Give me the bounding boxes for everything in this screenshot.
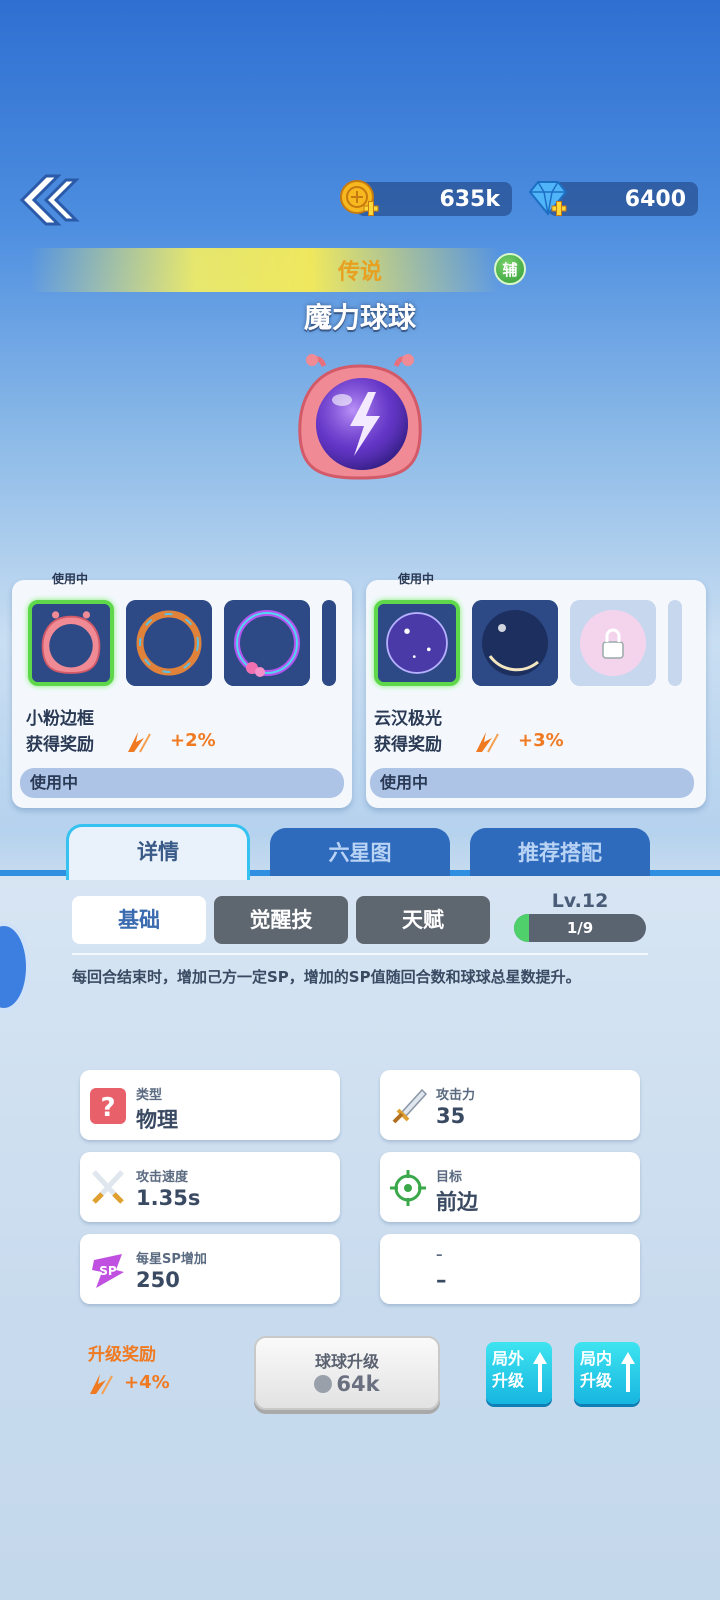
frame-slot-pink[interactable] — [28, 600, 114, 686]
back-button[interactable] — [14, 170, 80, 230]
stat-card-sp-per-star: SP 每星SP增加 250 — [80, 1234, 340, 1304]
target-icon — [388, 1168, 428, 1208]
frame-skin-name: 小粉边框 — [26, 709, 94, 729]
add-gem-button[interactable] — [526, 178, 570, 220]
skill-description: 每回合结束时，增加己方一定SP，增加的SP值随回合数和球球总星数提升。 — [72, 968, 581, 986]
stat-card-attack-speed: 攻击速度 1.35s — [80, 1152, 340, 1222]
stat-card-type: ? 类型 物理 — [80, 1070, 340, 1140]
outside-upgrade-button[interactable]: 局外 升级 — [486, 1342, 552, 1404]
stat-label: 目标 — [436, 1170, 463, 1185]
upgrade-cost-value: 64k — [336, 1372, 380, 1396]
coin-plus-icon — [340, 180, 379, 216]
effect-slot-bubble[interactable] — [472, 600, 558, 686]
divider — [72, 953, 648, 955]
stat-value: – — [436, 1268, 447, 1292]
tab-recommended[interactable]: 推荐搭配 — [470, 828, 650, 876]
level-label: Lv.12 — [551, 890, 609, 912]
ball-name: 魔力球球 — [303, 301, 416, 334]
crossed-swords-icon — [88, 1168, 128, 1208]
effect-slot-aurora[interactable] — [374, 600, 460, 686]
upgrade-reward-value: +4% — [124, 1372, 170, 1393]
ball-upgrade-button[interactable]: 球球升级 64k — [254, 1336, 440, 1410]
effect-slot-more[interactable] — [668, 600, 682, 686]
reward-bolt-icon — [472, 728, 502, 754]
stat-value: 35 — [436, 1104, 466, 1128]
stat-card-empty: – – — [380, 1234, 640, 1304]
reward-bolt-icon — [86, 1370, 116, 1396]
subtab-awaken-skill[interactable]: 觉醒技 — [214, 896, 348, 944]
subtab-talent[interactable]: 天赋 — [356, 896, 490, 944]
frame-slot-floral[interactable] — [224, 600, 310, 686]
sp-icon: SP — [88, 1250, 128, 1290]
subtab-basic[interactable]: 基础 — [72, 896, 206, 944]
upgrade-button-title: 球球升级 — [314, 1352, 379, 1371]
sword-icon — [388, 1086, 428, 1126]
double-chevron-left-icon — [19, 174, 80, 226]
rarity-label: 传说 — [337, 260, 382, 285]
level-progress-text: 1/9 — [566, 919, 594, 937]
bubble-ball-icon — [472, 600, 558, 686]
svg-text:?: ? — [100, 1093, 115, 1123]
lock-icon — [570, 600, 656, 686]
stat-label: – — [436, 1248, 443, 1263]
question-icon: ? — [88, 1086, 128, 1126]
coin-amount: 635k — [439, 186, 500, 212]
magic-ball-icon — [298, 354, 422, 480]
stat-value: 前边 — [436, 1190, 478, 1214]
role-badge: 辅 — [494, 253, 526, 285]
in-use-tag: 使用中 — [52, 572, 89, 586]
level-progress-bar: 1/9 — [514, 914, 646, 942]
effect-slot-locked[interactable] — [570, 600, 656, 686]
stat-label: 每星SP增加 — [136, 1252, 207, 1267]
upgrade-button-cost: 64k — [256, 1372, 438, 1396]
koi-frame-icon — [126, 600, 212, 686]
arrow-up-icon — [621, 1352, 635, 1392]
effect-reward-value: +3% — [518, 730, 564, 751]
stat-card-target: 目标 前边 — [380, 1152, 640, 1222]
frame-slot-more[interactable] — [322, 600, 336, 686]
stat-value: 1.35s — [136, 1186, 201, 1210]
frame-reward-label: 获得奖励 — [26, 735, 94, 755]
stat-value: 物理 — [136, 1108, 178, 1132]
stat-label: 类型 — [136, 1088, 163, 1103]
ball-portrait — [290, 352, 430, 492]
aurora-ball-icon — [378, 604, 456, 682]
in-use-tag: 使用中 — [398, 572, 435, 586]
tab-details[interactable]: 详情 — [66, 824, 250, 880]
frame-slot-koi[interactable] — [126, 600, 212, 686]
svg-text:SP: SP — [99, 1264, 117, 1278]
floral-frame-icon — [224, 600, 310, 686]
stat-value: 250 — [136, 1268, 180, 1292]
stat-label: 攻击速度 — [136, 1170, 189, 1185]
gem-amount: 6400 — [624, 186, 686, 212]
add-coin-button[interactable] — [338, 178, 380, 220]
effect-skin-panel: 使用中 云汉极光 获得奖励 +3% 使用中 — [366, 572, 706, 808]
stat-label: 攻击力 — [436, 1088, 476, 1103]
effect-reward-label: 获得奖励 — [374, 735, 442, 755]
inside-upgrade-button[interactable]: 局内 升级 — [574, 1342, 640, 1404]
frame-status-bar[interactable]: 使用中 — [20, 768, 344, 798]
effect-status-bar[interactable]: 使用中 — [370, 768, 694, 798]
gem-balance: 6400 — [548, 182, 698, 216]
diamond-plus-icon — [528, 181, 568, 216]
stat-card-attack: 攻击力 35 — [380, 1070, 640, 1140]
upgrade-reward-label: 升级奖励 — [88, 1345, 156, 1365]
effect-skin-name: 云汉极光 — [374, 709, 442, 729]
reward-bolt-icon — [124, 728, 154, 754]
pink-frame-icon — [32, 604, 110, 682]
frame-reward-value: +2% — [170, 730, 216, 751]
coin-icon — [314, 1375, 333, 1393]
tab-six-star-chart[interactable]: 六星图 — [270, 828, 450, 876]
frame-skin-panel: 使用中 小粉边框 获得奖励 +2% 使用中 — [12, 572, 352, 808]
arrow-up-icon — [533, 1352, 547, 1392]
